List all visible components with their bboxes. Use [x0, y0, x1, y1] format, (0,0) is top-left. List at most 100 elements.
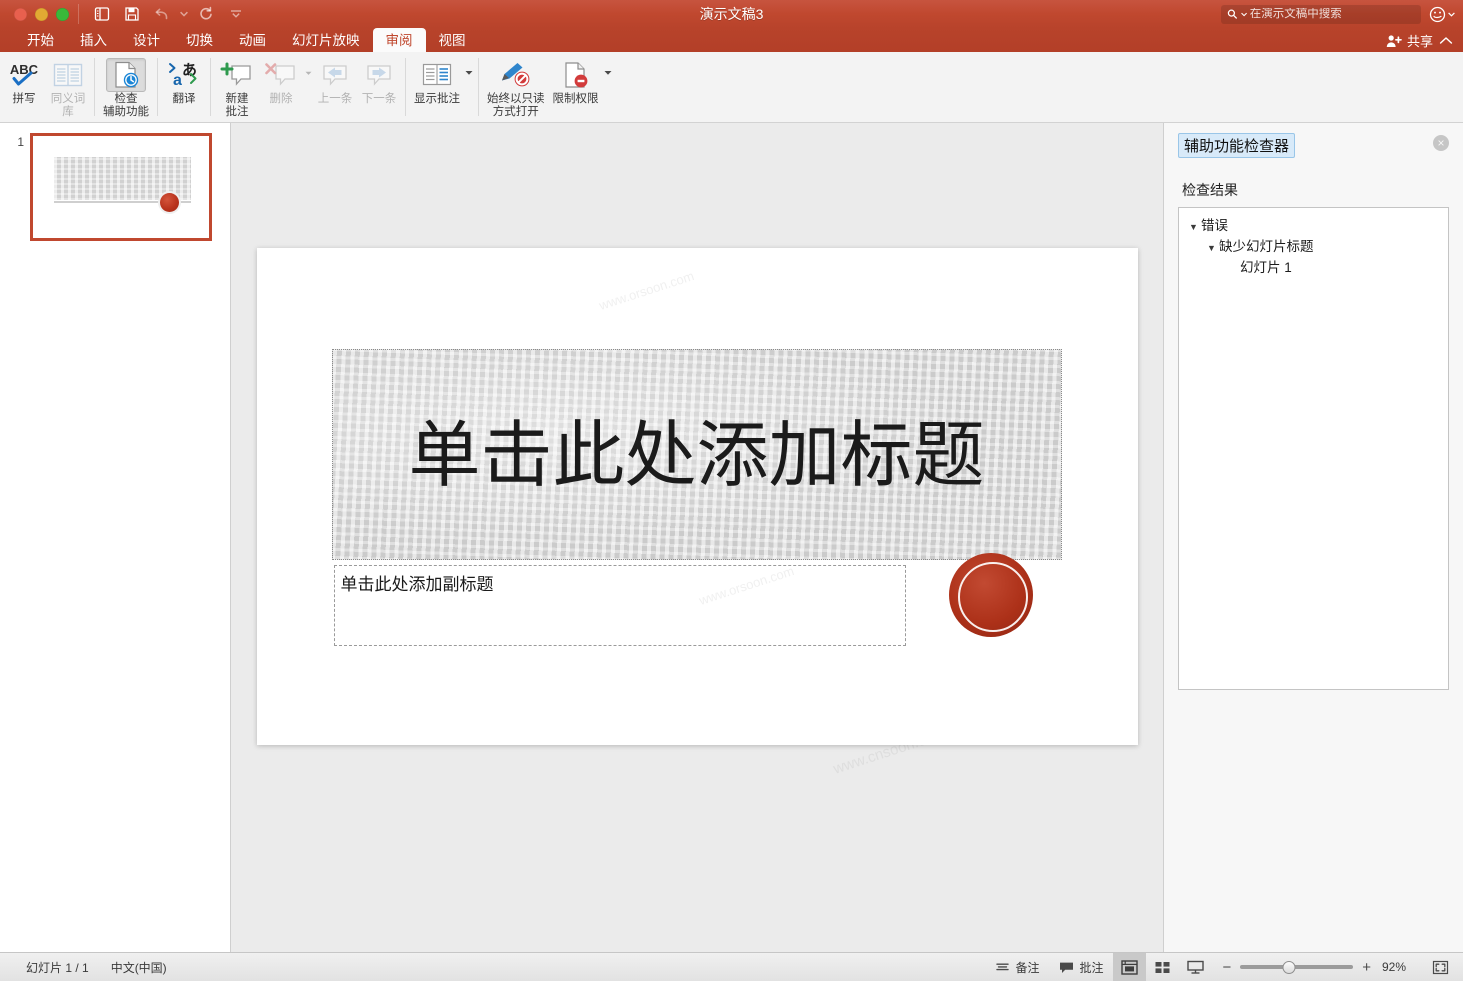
normal-view-button[interactable] — [1113, 952, 1147, 981]
undo-button[interactable] — [148, 2, 176, 26]
zoom-percentage-label[interactable]: 92% — [1380, 960, 1414, 974]
watermark: www.orsoon.com — [596, 268, 696, 313]
notes-label: 备注 — [1015, 960, 1040, 975]
previous-comment-button[interactable]: 上一条 — [313, 56, 357, 106]
subtitle-placeholder[interactable]: 单击此处添加副标题 — [333, 565, 906, 646]
slide-sorter-view-button[interactable] — [1146, 953, 1179, 981]
translate-label: 翻译 — [172, 93, 196, 105]
next-comment-button[interactable]: 下一条 — [357, 56, 401, 106]
show-comments-icon — [421, 58, 453, 92]
save-button[interactable] — [118, 2, 146, 26]
status-bar: 幻灯片 1 / 1 中文(中国) 备注 批注 − + 92% — [0, 952, 1463, 981]
spelling-icon: ABC — [6, 58, 42, 92]
thesaurus-button[interactable]: 同义词 库 — [46, 56, 90, 119]
zoom-slider-handle[interactable] — [1282, 960, 1296, 974]
tab-transitions[interactable]: 切换 — [173, 28, 226, 52]
open-read-only-button[interactable]: 始终以只读 方式打开 — [483, 56, 549, 119]
redo-button[interactable] — [192, 2, 220, 26]
tab-home[interactable]: 开始 — [14, 28, 67, 52]
notes-icon — [996, 963, 1010, 970]
check-accessibility-button[interactable]: 检查 辅助功能 — [99, 56, 153, 119]
share-button[interactable]: 共享 — [1386, 31, 1433, 50]
ribbon-group-comments: 新建 批注 删除 上一条 下一条 — [215, 56, 401, 122]
tab-design[interactable]: 设计 — [120, 28, 173, 52]
save-floppy-icon — [125, 7, 139, 21]
ribbon-separator — [157, 58, 158, 116]
reading-view-button[interactable] — [1179, 953, 1212, 981]
close-pane-button[interactable]: × — [1433, 135, 1449, 151]
workspace: 1 www.orsoon.com www.cnsoon.com 单击此处添加标题… — [0, 123, 1463, 952]
svg-text:あ: あ — [182, 61, 197, 79]
quick-access-toolbar — [88, 2, 250, 26]
comments-button[interactable]: 批注 — [1049, 953, 1113, 981]
restrict-permission-button[interactable]: 限制权限 — [549, 56, 603, 106]
disclosure-triangle-icon[interactable]: ▼ — [1189, 216, 1201, 237]
delete-comment-dropdown[interactable] — [303, 56, 313, 90]
ribbon-tab-bar: 开始 插入 设计 切换 动画 幻灯片放映 审阅 视图 共享 — [0, 28, 1463, 52]
ribbon: ABC 拼写 同义词 库 检查 辅助功能 a あ 翻译 新建 批注 删除 上一条… — [0, 52, 1463, 123]
search-options-chevron-icon[interactable] — [1240, 12, 1247, 17]
slide-canvas-pane[interactable]: www.orsoon.com www.cnsoon.com 单击此处添加标题 单… — [231, 123, 1163, 952]
search-input[interactable] — [1249, 8, 1415, 20]
show-comments-split: 显示批注 — [410, 56, 474, 106]
share-label: 共享 — [1406, 34, 1433, 49]
tab-review[interactable]: 审阅 — [372, 28, 426, 52]
check-accessibility-icon — [106, 58, 146, 92]
slide-editor[interactable]: 单击此处添加标题 单击此处添加副标题 www.orsoon.com www.or… — [256, 248, 1138, 745]
tree-node-slide-1[interactable]: 幻灯片 1 — [1185, 258, 1442, 278]
translate-button[interactable]: a あ 翻译 — [162, 56, 206, 106]
comments-label: 批注 — [1079, 960, 1104, 975]
check-accessibility-label-line1: 检查 — [114, 93, 138, 105]
fit-to-window-icon — [1432, 960, 1449, 974]
search-box[interactable] — [1221, 4, 1421, 24]
spelling-button[interactable]: ABC 拼写 — [2, 56, 46, 106]
chevron-down-icon — [180, 11, 188, 17]
title-placeholder[interactable]: 单击此处添加标题 — [331, 349, 1062, 560]
undo-dropdown-button[interactable] — [178, 2, 190, 26]
ribbon-separator — [405, 58, 406, 116]
delete-comment-split: 删除 — [259, 56, 313, 106]
close-window-button[interactable] — [14, 7, 27, 21]
overflow-chevron-icon — [231, 10, 241, 18]
zoom-window-button[interactable] — [56, 7, 69, 21]
disclosure-triangle-icon[interactable]: ▼ — [1207, 237, 1219, 258]
customize-toolbar-button[interactable] — [222, 2, 250, 26]
tab-view[interactable]: 视图 — [426, 28, 479, 52]
collapse-ribbon-chevron-icon[interactable] — [1439, 36, 1453, 46]
ribbon-separator — [210, 58, 211, 116]
normal-view-icon — [1121, 959, 1139, 975]
new-comment-button[interactable]: 新建 批注 — [215, 56, 259, 119]
fit-slide-to-window-button[interactable] — [1424, 953, 1457, 981]
delete-comment-icon — [264, 58, 298, 92]
minimize-window-button[interactable] — [35, 7, 48, 21]
show-comments-dropdown[interactable] — [464, 56, 474, 90]
zoom-out-button[interactable]: − — [1222, 960, 1231, 975]
show-comments-button[interactable]: 显示批注 — [410, 56, 464, 106]
chevron-down-icon[interactable] — [1448, 11, 1455, 17]
zoom-in-button[interactable]: + — [1362, 960, 1371, 975]
redo-arrow-icon — [200, 6, 212, 20]
tree-node-missing-slide-title[interactable]: ▼ 缺少幻灯片标题 — [1185, 237, 1442, 258]
notes-button[interactable]: 备注 — [985, 953, 1049, 981]
toolbar-divider — [78, 4, 79, 24]
feedback-button[interactable] — [1429, 6, 1455, 23]
new-comment-label-line1: 新建 — [225, 93, 249, 105]
sidebar-toggle-button[interactable] — [88, 2, 116, 26]
delete-comment-button[interactable]: 删除 — [259, 56, 303, 106]
accessibility-checker-pane: 辅助功能检查器 × 检查结果 ▼ 错误 ▼ 缺少幻灯片标题 幻灯片 1 — [1163, 123, 1463, 952]
tree-node-errors-label: 错误 — [1201, 218, 1228, 233]
accessibility-results-tree[interactable]: ▼ 错误 ▼ 缺少幻灯片标题 幻灯片 1 — [1178, 207, 1449, 690]
tree-node-errors[interactable]: ▼ 错误 — [1185, 216, 1442, 237]
check-accessibility-label-line2: 辅助功能 — [103, 106, 149, 118]
restrict-permission-dropdown[interactable] — [603, 56, 613, 90]
language-label[interactable]: 中文(中国) — [111, 959, 167, 976]
comment-bubble-icon — [1060, 962, 1074, 973]
zoom-slider[interactable] — [1240, 960, 1354, 974]
tab-insert[interactable]: 插入 — [67, 28, 120, 52]
red-seal-stamp-icon[interactable] — [948, 553, 1033, 637]
tab-slideshow[interactable]: 幻灯片放映 — [279, 28, 373, 52]
tab-animations[interactable]: 动画 — [226, 28, 279, 52]
accessibility-pane-header: 辅助功能检查器 × — [1178, 133, 1449, 158]
slide-thumbnail-1[interactable] — [30, 133, 212, 241]
chevron-down-icon — [604, 71, 611, 75]
